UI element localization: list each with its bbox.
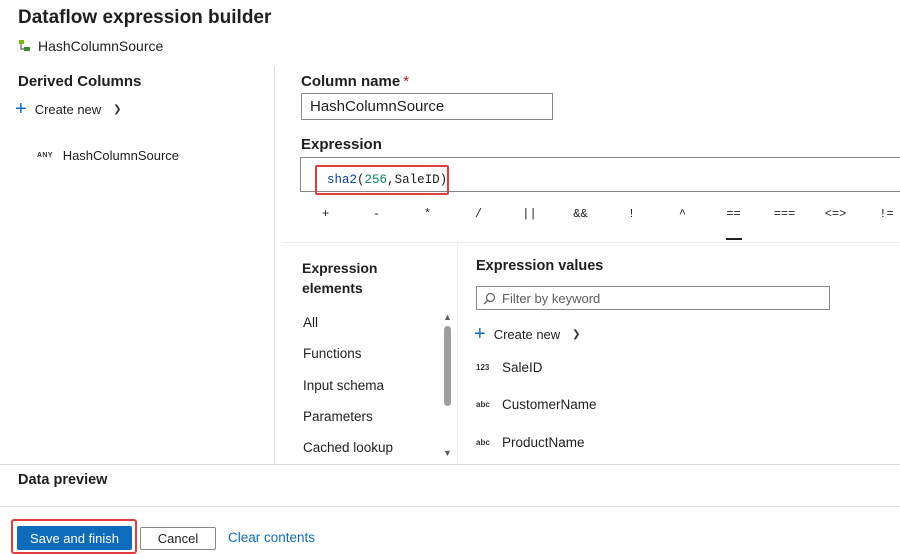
expression-highlight-box — [315, 165, 449, 195]
type-badge: abc — [476, 438, 490, 447]
required-marker: * — [403, 73, 410, 90]
value-item-saleid[interactable]: 123 SaleID — [476, 360, 543, 375]
column-name-label: Column name * — [301, 73, 409, 90]
value-item-customername[interactable]: abc CustomerName — [476, 397, 597, 412]
operator-divider — [282, 242, 900, 243]
create-new-value-button[interactable]: + Create new ❯ — [474, 323, 581, 345]
operator-concat[interactable]: || — [504, 207, 555, 233]
scroll-down-arrow-icon[interactable]: ▼ — [443, 448, 452, 458]
element-item-cached-lookup[interactable]: Cached lookup — [303, 440, 393, 455]
column-name-label-text: Column name — [301, 73, 401, 90]
clear-contents-link[interactable]: Clear contents — [228, 530, 315, 545]
chevron-down-icon: ❯ — [113, 103, 122, 115]
column-name-input[interactable] — [301, 93, 553, 120]
derived-column-item[interactable]: ANY HashColumnSource — [37, 148, 179, 163]
operator-bar: + - * / || && ! ^ == === <=> != — [300, 207, 900, 240]
plus-icon: + — [474, 323, 486, 345]
derived-columns-title: Derived Columns — [18, 73, 142, 90]
subtitle-text: HashColumnSource — [38, 38, 164, 54]
page-title: Dataflow expression builder — [18, 7, 272, 28]
chevron-down-icon: ❯ — [572, 328, 581, 340]
create-new-column-button[interactable]: + Create new ❯ — [15, 98, 122, 120]
create-new-label: Create new — [34, 101, 102, 117]
scroll-up-arrow-icon[interactable]: ▲ — [443, 312, 452, 322]
operator-null-safe-equals[interactable]: <=> — [810, 207, 861, 233]
derived-column-name: HashColumnSource — [62, 148, 180, 163]
operator-not-equals[interactable]: != — [861, 207, 900, 233]
search-icon — [483, 292, 496, 304]
filter-input[interactable] — [502, 290, 802, 306]
value-name: SaleID — [502, 360, 543, 375]
derived-column-icon — [19, 40, 30, 51]
expression-values-title: Expression values — [476, 258, 604, 274]
type-badge: abc — [476, 400, 490, 409]
element-item-functions[interactable]: Functions — [303, 346, 362, 361]
type-badge: 123 — [476, 363, 490, 372]
element-item-all[interactable]: All — [303, 315, 318, 330]
save-and-finish-button[interactable]: Save and finish — [17, 526, 132, 550]
element-item-input-schema[interactable]: Input schema — [303, 378, 384, 393]
operator-plus[interactable]: + — [300, 207, 351, 233]
operator-minus[interactable]: - — [351, 207, 402, 233]
value-name: ProductName — [502, 435, 585, 450]
cancel-button[interactable]: Cancel — [140, 527, 216, 550]
operator-divide[interactable]: / — [453, 207, 504, 233]
footer-divider — [0, 506, 900, 507]
filter-box[interactable] — [476, 286, 830, 310]
value-name: CustomerName — [502, 397, 597, 412]
expression-label: Expression — [301, 136, 382, 153]
operator-strict-equals[interactable]: === — [759, 207, 810, 233]
expression-elements-title: Expression elements — [302, 260, 378, 296]
derived-column-subtitle: HashColumnSource — [18, 38, 163, 54]
operator-xor[interactable]: ^ — [657, 207, 708, 233]
preview-divider — [0, 464, 900, 465]
type-badge: ANY — [37, 152, 53, 159]
value-item-productname[interactable]: abc ProductName — [476, 435, 585, 450]
operator-equals[interactable]: == — [708, 207, 759, 240]
scrollbar-thumb[interactable] — [444, 326, 451, 406]
operator-multiply[interactable]: * — [402, 207, 453, 233]
operator-and[interactable]: && — [555, 207, 606, 233]
element-item-parameters[interactable]: Parameters — [303, 409, 373, 424]
plus-icon: + — [15, 98, 27, 120]
data-preview-title[interactable]: Data preview — [18, 472, 107, 488]
create-new-label: Create new — [493, 326, 561, 342]
elements-divider — [457, 243, 458, 464]
panel-divider — [274, 66, 275, 464]
operator-not[interactable]: ! — [606, 207, 657, 233]
